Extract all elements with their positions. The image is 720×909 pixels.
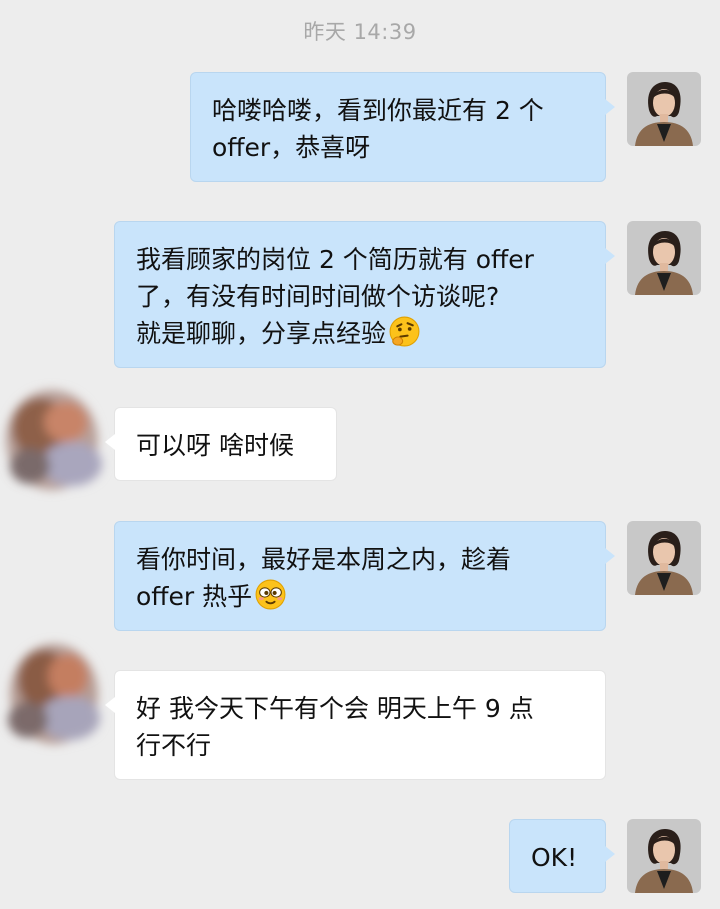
blurred-avatar-icon <box>8 644 100 744</box>
contact-avatar[interactable] <box>0 378 118 508</box>
message-text: 可以呀 啥时候 <box>136 431 294 460</box>
message-text: 好 我今天下午有个会 明天上午 9 点 行不行 <box>136 694 534 760</box>
my-avatar[interactable] <box>627 72 701 146</box>
chat-timestamp: 昨天 14:39 <box>303 20 417 44</box>
message-text: 我看顾家的岗位 2 个简历就有 offer 了，有没有时间时间做个访谈呢? 就是… <box>136 245 534 348</box>
message-text: 看你时间，最好是本周之内，趁着 offer 热乎 <box>136 545 512 611</box>
chat-screen: 昨天 14:39 哈喽哈喽，看到你最近有 2 个 offer，恭喜呀 我看顾家的… <box>0 0 720 909</box>
woman-portrait-icon <box>627 521 701 595</box>
woman-portrait-icon <box>627 819 701 893</box>
message-text: OK! <box>531 843 578 872</box>
my-avatar[interactable] <box>627 521 701 595</box>
message-text: 哈喽哈喽，看到你最近有 2 个 offer，恭喜呀 <box>212 96 544 162</box>
message-bubble-sent[interactable]: 我看顾家的岗位 2 个简历就有 offer 了，有没有时间时间做个访谈呢? 就是… <box>114 221 615 368</box>
thinking-face-emoji <box>388 315 421 348</box>
message-bubble-received[interactable]: 好 我今天下午有个会 明天上午 9 点 行不行 <box>105 670 606 780</box>
blurred-avatar-icon <box>6 390 102 490</box>
goofy-face-emoji <box>254 578 287 611</box>
contact-avatar[interactable] <box>0 628 118 758</box>
message-bubble-sent[interactable]: 哈喽哈喽，看到你最近有 2 个 offer，恭喜呀 <box>190 72 615 182</box>
woman-portrait-icon <box>627 72 701 146</box>
my-avatar[interactable] <box>627 221 701 295</box>
message-bubble-sent[interactable]: OK! <box>509 819 615 893</box>
message-bubble-sent[interactable]: 看你时间，最好是本周之内，趁着 offer 热乎 <box>114 521 615 631</box>
message-bubble-received[interactable]: 可以呀 啥时候 <box>105 407 337 481</box>
my-avatar[interactable] <box>627 819 701 893</box>
woman-portrait-icon <box>627 221 701 295</box>
